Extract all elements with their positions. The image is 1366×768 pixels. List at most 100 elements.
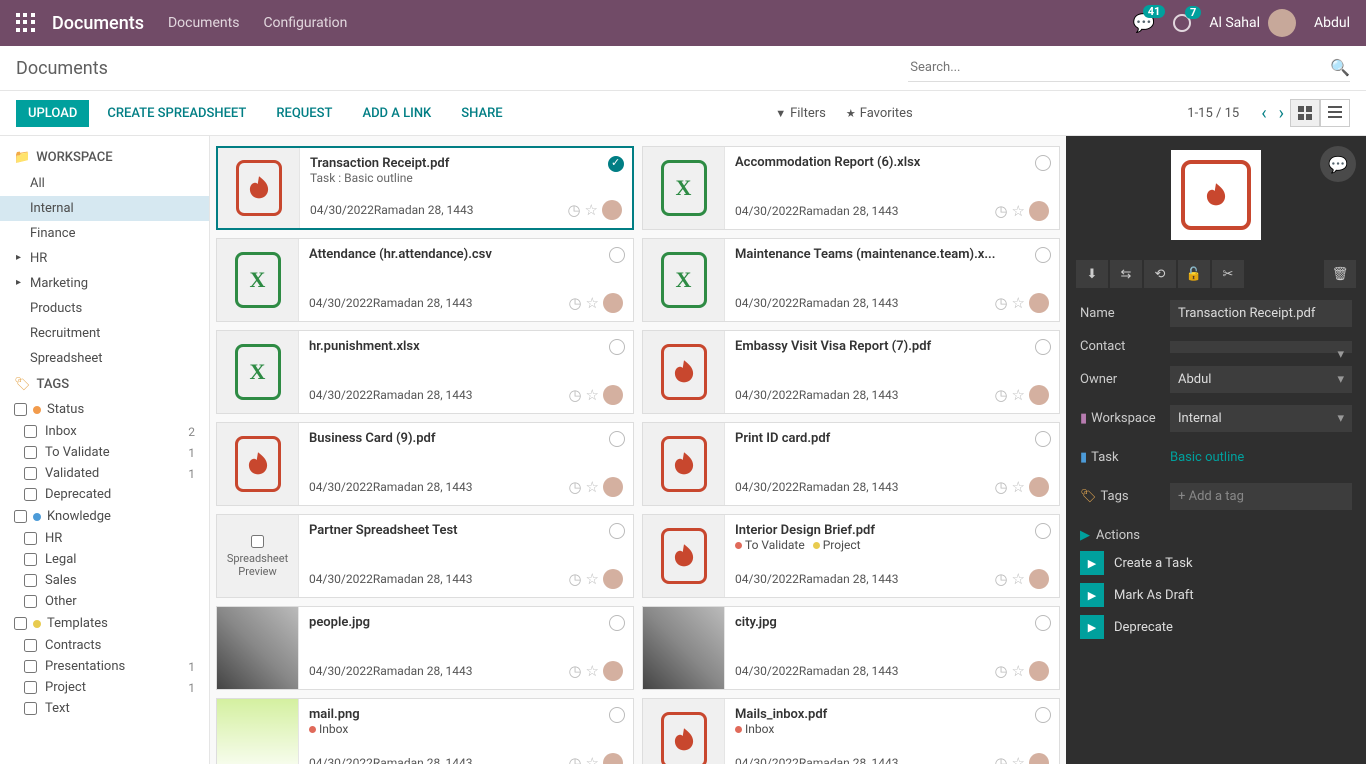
tag-checkbox[interactable] <box>24 660 37 673</box>
star-icon[interactable]: ☆ <box>1012 662 1025 680</box>
select-toggle[interactable] <box>609 339 625 355</box>
file-card[interactable]: Transaction Receipt.pdfTask : Basic outl… <box>216 146 634 230</box>
file-card[interactable]: Embassy Visit Visa Report (7).pdf04/30/2… <box>642 330 1060 414</box>
workspace-item[interactable]: All <box>0 171 209 196</box>
tag-item[interactable]: Validated1 <box>0 463 209 484</box>
select-toggle[interactable] <box>609 707 625 723</box>
download-icon[interactable]: ⬇ <box>1076 260 1108 288</box>
star-icon[interactable]: ☆ <box>1012 570 1025 588</box>
contact-select[interactable] <box>1170 341 1352 353</box>
select-toggle[interactable] <box>1035 707 1051 723</box>
tag-checkbox[interactable] <box>24 425 37 438</box>
tag-checkbox[interactable] <box>24 488 37 501</box>
pager-next-icon[interactable]: › <box>1279 103 1284 124</box>
action-button[interactable]: ▶Deprecate <box>1066 611 1366 643</box>
star-icon[interactable]: ☆ <box>1012 754 1025 764</box>
lock-icon[interactable]: 🔓 <box>1178 260 1210 288</box>
file-card[interactable]: Business Card (9).pdf04/30/2022Ramadan 2… <box>216 422 634 506</box>
select-toggle[interactable] <box>1035 247 1051 263</box>
activity-icon[interactable]: 7 <box>1173 14 1191 32</box>
file-card[interactable]: Mails_inbox.pdfInbox04/30/2022Ramadan 28… <box>642 698 1060 764</box>
search-input[interactable] <box>908 54 1350 82</box>
star-icon[interactable]: ☆ <box>585 201 598 219</box>
user-avatar[interactable] <box>1268 9 1296 37</box>
tag-checkbox[interactable] <box>24 595 37 608</box>
star-icon[interactable]: ☆ <box>1012 202 1025 220</box>
tag-checkbox[interactable] <box>24 702 37 715</box>
tag-item[interactable]: Other <box>0 591 209 612</box>
tag-checkbox[interactable] <box>14 403 27 416</box>
chat-icon[interactable]: 💬 <box>1320 146 1356 182</box>
action-button[interactable]: ▶Create a Task <box>1066 547 1366 579</box>
owner-select[interactable]: Abdul <box>1170 366 1352 393</box>
cut-icon[interactable]: ✂ <box>1212 260 1244 288</box>
file-card[interactable]: people.jpg04/30/2022Ramadan 28, 1443◷☆ <box>216 606 634 690</box>
search-icon[interactable]: 🔍 <box>1330 58 1350 77</box>
share-icon[interactable]: ⇆ <box>1110 260 1142 288</box>
star-icon[interactable]: ☆ <box>586 662 599 680</box>
select-toggle[interactable] <box>609 247 625 263</box>
company-name[interactable]: Al Sahal <box>1209 15 1260 31</box>
tag-item[interactable]: Inbox2 <box>0 421 209 442</box>
star-icon[interactable]: ☆ <box>586 570 599 588</box>
tag-checkbox[interactable] <box>24 446 37 459</box>
tag-checkbox[interactable] <box>24 532 37 545</box>
tag-checkbox[interactable] <box>24 467 37 480</box>
select-toggle[interactable] <box>608 156 624 172</box>
kanban-view-button[interactable] <box>1290 99 1320 127</box>
select-toggle[interactable] <box>609 615 625 631</box>
tag-item[interactable]: Legal <box>0 549 209 570</box>
workspace-item[interactable]: Spreadsheet <box>0 346 209 371</box>
user-name[interactable]: Abdul <box>1314 15 1350 31</box>
workspace-item[interactable]: Products <box>0 296 209 321</box>
tag-group[interactable]: Templates <box>0 612 209 635</box>
apps-menu-icon[interactable] <box>16 13 36 33</box>
tag-checkbox[interactable] <box>24 681 37 694</box>
select-toggle[interactable] <box>1035 339 1051 355</box>
tag-item[interactable]: Contracts <box>0 635 209 656</box>
replace-icon[interactable]: ⟲ <box>1144 260 1176 288</box>
add-link-button[interactable]: ADD A LINK <box>350 100 443 127</box>
pager-prev-icon[interactable]: ‹ <box>1261 103 1266 124</box>
tag-checkbox[interactable] <box>14 617 27 630</box>
name-input[interactable]: Transaction Receipt.pdf <box>1170 300 1352 327</box>
star-icon[interactable]: ☆ <box>586 754 599 764</box>
file-card[interactable]: XAttendance (hr.attendance).csv04/30/202… <box>216 238 634 322</box>
workspace-item[interactable]: Recruitment <box>0 321 209 346</box>
select-toggle[interactable] <box>1035 155 1051 171</box>
tag-checkbox[interactable] <box>24 639 37 652</box>
workspace-item[interactable]: ▸HR <box>0 246 209 271</box>
tag-item[interactable]: Project1 <box>0 677 209 698</box>
messaging-icon[interactable]: 💬 41 <box>1133 13 1155 34</box>
tag-item[interactable]: Presentations1 <box>0 656 209 677</box>
star-icon[interactable]: ☆ <box>586 386 599 404</box>
tag-group[interactable]: Knowledge <box>0 505 209 528</box>
nav-configuration[interactable]: Configuration <box>263 15 347 31</box>
star-icon[interactable]: ☆ <box>1012 386 1025 404</box>
star-icon[interactable]: ☆ <box>586 294 599 312</box>
file-card[interactable]: city.jpg04/30/2022Ramadan 28, 1443◷☆ <box>642 606 1060 690</box>
nav-documents[interactable]: Documents <box>168 15 239 31</box>
tag-item[interactable]: To Validate1 <box>0 442 209 463</box>
upload-button[interactable]: UPLOAD <box>16 100 89 127</box>
file-card[interactable]: mail.pngInbox04/30/2022Ramadan 28, 1443◷… <box>216 698 634 764</box>
tag-checkbox[interactable] <box>14 510 27 523</box>
star-icon[interactable]: ☆ <box>586 478 599 496</box>
tag-checkbox[interactable] <box>24 574 37 587</box>
select-toggle[interactable] <box>1035 431 1051 447</box>
select-toggle[interactable] <box>1035 615 1051 631</box>
star-icon[interactable]: ☆ <box>1012 294 1025 312</box>
tag-item[interactable]: Sales <box>0 570 209 591</box>
workspace-select[interactable]: Internal <box>1170 405 1352 432</box>
tag-checkbox[interactable] <box>24 553 37 566</box>
task-link[interactable]: Basic outline <box>1170 444 1352 471</box>
share-button[interactable]: SHARE <box>449 100 514 127</box>
request-button[interactable]: REQUEST <box>264 100 344 127</box>
star-icon[interactable]: ☆ <box>1012 478 1025 496</box>
select-toggle[interactable] <box>609 523 625 539</box>
file-card[interactable]: XMaintenance Teams (maintenance.team).x.… <box>642 238 1060 322</box>
workspace-item[interactable]: Internal <box>0 196 209 221</box>
action-button[interactable]: ▶Mark As Draft <box>1066 579 1366 611</box>
favorites-button[interactable]: ★Favorites <box>846 106 913 121</box>
file-card[interactable]: Interior Design Brief.pdfTo ValidateProj… <box>642 514 1060 598</box>
